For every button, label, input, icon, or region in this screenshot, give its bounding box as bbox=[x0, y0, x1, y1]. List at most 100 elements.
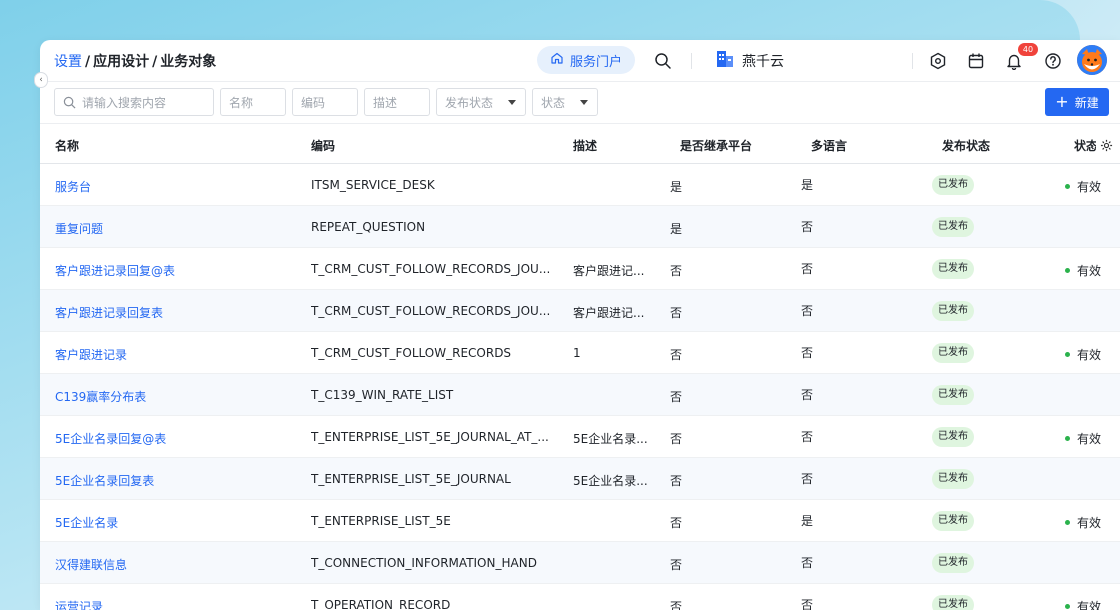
status-dot bbox=[1065, 352, 1070, 357]
header-divider bbox=[691, 53, 692, 69]
table-row[interactable]: 5E企业名录 T_ENTERPRISE_LIST_5E 否 是 已发布 有效 bbox=[40, 500, 1120, 542]
column-header-multilanguage[interactable]: 多语言 bbox=[811, 137, 847, 154]
table-header: 名称 编码 描述 是否继承平台 多语言 发布状态 状态 bbox=[40, 124, 1120, 164]
inherit-platform-value: 否 bbox=[670, 306, 683, 320]
new-button[interactable]: + 新建 bbox=[1045, 88, 1109, 116]
sidebar-collapse-toggle[interactable]: ‹ bbox=[34, 72, 48, 88]
object-name-link[interactable]: 5E企业名录回复@表 bbox=[55, 430, 295, 447]
search-icon bbox=[63, 96, 76, 109]
object-code: REPEAT_QUESTION bbox=[311, 220, 426, 234]
multilanguage-value: 否 bbox=[801, 304, 814, 318]
breadcrumb-settings-link[interactable]: 设置 bbox=[54, 54, 82, 70]
inherit-platform-value: 否 bbox=[670, 600, 683, 610]
status-indicator: 有效 bbox=[1065, 430, 1101, 447]
column-header-name[interactable]: 名称 bbox=[55, 137, 79, 154]
status-label: 有效 bbox=[1077, 516, 1102, 530]
object-name-link[interactable]: 客户跟进记录回复表 bbox=[55, 304, 295, 321]
status-dot bbox=[1065, 436, 1070, 441]
name-filter-placeholder: 名称 bbox=[229, 95, 254, 110]
calendar-icon[interactable] bbox=[965, 50, 987, 72]
status-indicator: 有效 bbox=[1065, 598, 1101, 610]
table-row[interactable]: 重复问题 REPEAT_QUESTION 是 否 已发布 bbox=[40, 206, 1120, 248]
search-input[interactable]: 请输入搜索内容 bbox=[54, 88, 214, 116]
table-row[interactable]: 汉得建联信息 T_CONNECTION_INFORMATION_HAND 否 否 已发布 bbox=[40, 542, 1120, 584]
multilanguage-value: 是 bbox=[801, 178, 814, 192]
object-name-link[interactable]: 汉得建联信息 bbox=[55, 556, 295, 573]
status-label: 有效 bbox=[1077, 180, 1102, 194]
status-indicator: 有效 bbox=[1065, 178, 1101, 195]
org-switcher[interactable]: 燕千云 bbox=[716, 50, 784, 72]
object-code: ITSM_SERVICE_DESK bbox=[311, 178, 435, 192]
column-header-description[interactable]: 描述 bbox=[573, 137, 597, 154]
top-bar: 设置 / 应用设计 / 业务对象 服务门户 燕千云 40 bbox=[40, 40, 1120, 82]
user-avatar[interactable] bbox=[1077, 45, 1107, 75]
status-dot bbox=[1065, 268, 1070, 273]
description-filter-input[interactable]: 描述 bbox=[364, 88, 430, 116]
object-name-link[interactable]: 运营记录 bbox=[55, 598, 295, 610]
table-row[interactable]: 运营记录 T_OPERATION_RECORD 否 否 已发布 有效 bbox=[40, 584, 1120, 610]
description-filter-placeholder: 描述 bbox=[373, 95, 398, 110]
code-filter-input[interactable]: 编码 bbox=[292, 88, 358, 116]
new-button-label: 新建 bbox=[1074, 95, 1099, 110]
multilanguage-value: 否 bbox=[801, 220, 814, 234]
object-code: T_OPERATION_RECORD bbox=[311, 598, 451, 610]
table-row[interactable]: 服务台 ITSM_SERVICE_DESK 是 是 已发布 有效 bbox=[40, 164, 1120, 206]
status-label: 有效 bbox=[1077, 264, 1102, 278]
object-name-link[interactable]: 5E企业名录回复表 bbox=[55, 472, 295, 489]
breadcrumb-app-design[interactable]: 应用设计 bbox=[93, 54, 149, 70]
table-row[interactable]: 客户跟进记录回复@表 T_CRM_CUST_FOLLOW_RECORDS_JOU.… bbox=[40, 248, 1120, 290]
object-name-link[interactable]: 服务台 bbox=[55, 178, 295, 195]
multilanguage-value: 否 bbox=[801, 430, 814, 444]
breadcrumb: 设置 / 应用设计 / 业务对象 bbox=[54, 51, 216, 71]
publish-status-badge: 已发布 bbox=[932, 469, 974, 489]
object-code: T_CRM_CUST_FOLLOW_RECORDS bbox=[311, 346, 512, 360]
multilanguage-value: 否 bbox=[801, 388, 814, 402]
table-row[interactable]: C139赢率分布表 T_C139_WIN_RATE_LIST 否 否 已发布 bbox=[40, 374, 1120, 416]
object-code: T_ENTERPRISE_LIST_5E bbox=[311, 514, 451, 528]
inherit-platform-value: 是 bbox=[670, 222, 683, 236]
object-code: T_ENTERPRISE_LIST_5E_JOURNAL bbox=[311, 472, 511, 486]
breadcrumb-current: 业务对象 bbox=[160, 54, 217, 70]
object-description: 5E企业名录... bbox=[573, 432, 648, 446]
status-select[interactable]: 状态 bbox=[532, 88, 598, 116]
table-row[interactable]: 客户跟进记录回复表 T_CRM_CUST_FOLLOW_RECORDS_JOU..… bbox=[40, 290, 1120, 332]
object-name-link[interactable]: 5E企业名录 bbox=[55, 514, 295, 531]
publish-status-badge: 已发布 bbox=[932, 553, 974, 573]
publish-status-select[interactable]: 发布状态 bbox=[436, 88, 526, 116]
gear-icon[interactable] bbox=[1100, 137, 1113, 156]
publish-status-badge: 已发布 bbox=[932, 301, 974, 321]
status-dot bbox=[1065, 604, 1070, 609]
object-name-link[interactable]: 重复问题 bbox=[55, 220, 295, 237]
column-header-publish-status[interactable]: 发布状态 bbox=[942, 137, 990, 154]
object-name-link[interactable]: 客户跟进记录 bbox=[55, 346, 295, 363]
column-header-status[interactable]: 状态 bbox=[1074, 137, 1096, 154]
name-filter-input[interactable]: 名称 bbox=[220, 88, 286, 116]
status-dot bbox=[1065, 520, 1070, 525]
object-code: T_CONNECTION_INFORMATION_HAND bbox=[311, 556, 537, 570]
hexagon-settings-icon[interactable] bbox=[927, 50, 949, 72]
breadcrumb-separator: / bbox=[85, 54, 91, 70]
search-icon[interactable] bbox=[652, 50, 674, 72]
service-portal-button[interactable]: 服务门户 bbox=[537, 46, 635, 74]
help-icon[interactable] bbox=[1042, 50, 1064, 72]
object-name-link[interactable]: C139赢率分布表 bbox=[55, 388, 295, 405]
table-row[interactable]: 5E企业名录回复@表 T_ENTERPRISE_LIST_5E_JOURNAL_A… bbox=[40, 416, 1120, 458]
status-label: 有效 bbox=[1077, 432, 1102, 446]
publish-status-badge: 已发布 bbox=[932, 175, 974, 195]
code-filter-placeholder: 编码 bbox=[301, 95, 326, 110]
column-header-inherit-platform[interactable]: 是否继承平台 bbox=[680, 137, 752, 154]
object-code: T_CRM_CUST_FOLLOW_RECORDS_JOU... bbox=[311, 262, 551, 276]
column-header-code[interactable]: 编码 bbox=[311, 137, 335, 154]
publish-status-badge: 已发布 bbox=[932, 595, 974, 610]
table-row[interactable]: 客户跟进记录 T_CRM_CUST_FOLLOW_RECORDS 1 否 否 已发布 有效 bbox=[40, 332, 1120, 374]
object-name-link[interactable]: 客户跟进记录回复@表 bbox=[55, 262, 295, 279]
table-row[interactable]: 5E企业名录回复表 T_ENTERPRISE_LIST_5E_JOURNAL 5E企… bbox=[40, 458, 1120, 500]
multilanguage-value: 否 bbox=[801, 472, 814, 486]
multilanguage-value: 否 bbox=[801, 346, 814, 360]
inherit-platform-value: 是 bbox=[670, 180, 683, 194]
object-code: T_C139_WIN_RATE_LIST bbox=[311, 388, 454, 402]
inherit-platform-value: 否 bbox=[670, 390, 683, 404]
publish-status-badge: 已发布 bbox=[932, 343, 974, 363]
inherit-platform-value: 否 bbox=[670, 264, 683, 278]
status-label: 有效 bbox=[1077, 600, 1102, 610]
